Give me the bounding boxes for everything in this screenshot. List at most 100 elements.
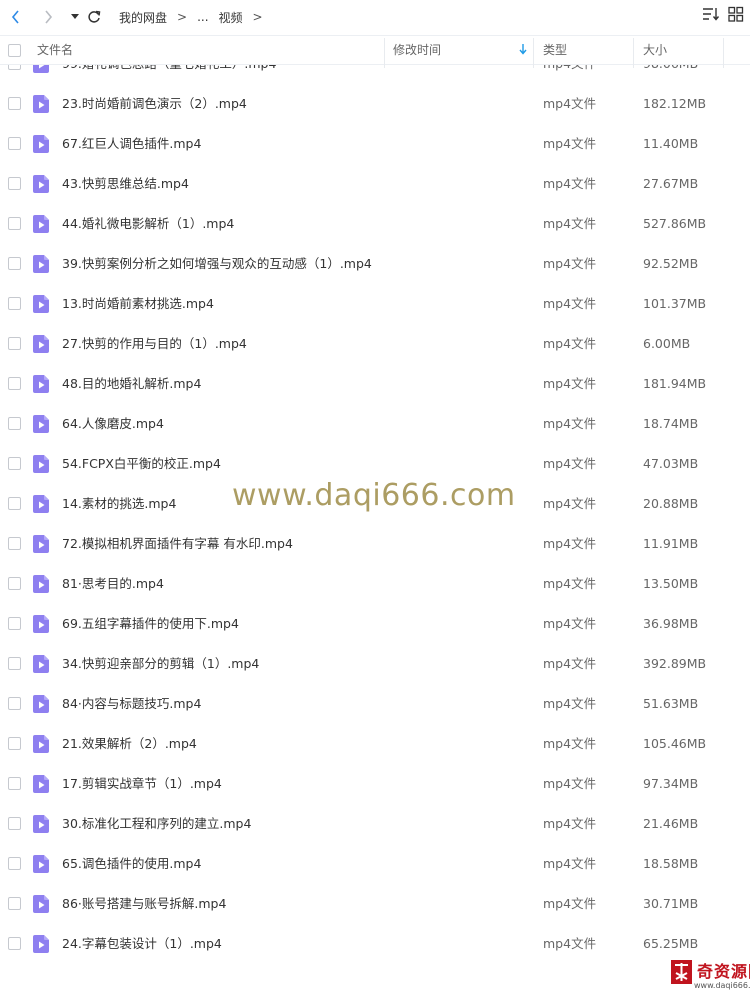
file-name[interactable]: 17.剪辑实战章节（1）.mp4 — [62, 764, 222, 804]
file-row[interactable]: 34.快剪迎亲部分的剪辑（1）.mp4 mp4文件 392.89MB — [0, 644, 750, 684]
file-row[interactable]: 81·思考目的.mp4 mp4文件 13.50MB — [0, 564, 750, 604]
file-name[interactable]: 13.时尚婚前素材挑选.mp4 — [62, 284, 214, 324]
row-checkbox[interactable] — [8, 897, 21, 910]
file-row[interactable]: 43.快剪思维总结.mp4 mp4文件 27.67MB — [0, 164, 750, 204]
row-checkbox[interactable] — [8, 97, 21, 110]
sort-desc-icon[interactable] — [519, 37, 527, 65]
file-row[interactable]: 65.调色插件的使用.mp4 mp4文件 18.58MB — [0, 844, 750, 884]
file-type: mp4文件 — [543, 736, 597, 751]
row-checkbox[interactable] — [8, 857, 21, 870]
file-name[interactable]: 54.FCPX白平衡的校正.mp4 — [62, 444, 221, 484]
file-row[interactable]: 24.字幕包装设计（1）.mp4 mp4文件 65.25MB — [0, 924, 750, 964]
file-name[interactable]: 14.素材的挑选.mp4 — [62, 484, 176, 524]
file-row[interactable]: 72.模拟相机界面插件有字幕 有水印.mp4 mp4文件 11.91MB — [0, 524, 750, 564]
file-size: 527.86MB — [643, 216, 707, 231]
file-row[interactable]: 39.快剪案例分析之如何增强与观众的互动感（1）.mp4 mp4文件 92.52MB — [0, 244, 750, 284]
file-row[interactable]: 23.时尚婚前调色演示（2）.mp4 mp4文件 182.12MB — [0, 84, 750, 124]
file-row[interactable]: 67.红巨人调色插件.mp4 mp4文件 11.40MB — [0, 124, 750, 164]
row-checkbox[interactable] — [8, 457, 21, 470]
back-button[interactable] — [5, 6, 27, 28]
file-row[interactable]: 84·内容与标题技巧.mp4 mp4文件 51.63MB — [0, 684, 750, 724]
file-name[interactable]: 44.婚礼微电影解析（1）.mp4 — [62, 204, 234, 244]
column-divider[interactable] — [723, 38, 724, 68]
file-row[interactable]: 30.标准化工程和序列的建立.mp4 mp4文件 21.46MB — [0, 804, 750, 844]
file-type: mp4文件 — [543, 456, 597, 471]
select-all-checkbox[interactable] — [8, 44, 21, 57]
grid-view-button[interactable] — [728, 6, 744, 25]
file-type: mp4文件 — [543, 216, 597, 231]
row-checkbox[interactable] — [8, 737, 21, 750]
file-name[interactable]: 30.标准化工程和序列的建立.mp4 — [62, 804, 251, 844]
file-name[interactable]: 69.五组字幕插件的使用下.mp4 — [62, 604, 239, 644]
row-checkbox[interactable] — [8, 417, 21, 430]
row-checkbox[interactable] — [8, 65, 21, 70]
file-row[interactable]: 99.婚礼调色思路（童七婚礼工）.mp4 mp4文件 98.06MB — [0, 65, 750, 84]
row-checkbox[interactable] — [8, 217, 21, 230]
refresh-button[interactable] — [83, 6, 105, 28]
breadcrumb-item-current[interactable]: 视频 — [217, 9, 245, 26]
column-divider[interactable] — [384, 38, 385, 68]
column-header-size[interactable]: 大小 — [643, 36, 667, 64]
row-checkbox[interactable] — [8, 177, 21, 190]
row-checkbox[interactable] — [8, 137, 21, 150]
column-divider[interactable] — [633, 38, 634, 68]
file-name[interactable]: 27.快剪的作用与目的（1）.mp4 — [62, 324, 247, 364]
row-checkbox[interactable] — [8, 777, 21, 790]
column-header-type[interactable]: 类型 — [543, 36, 567, 64]
row-checkbox[interactable] — [8, 297, 21, 310]
column-header-name[interactable]: 文件名 — [37, 36, 73, 64]
file-row[interactable]: 86·账号搭建与账号拆解.mp4 mp4文件 30.71MB — [0, 884, 750, 924]
toolbar: 我的网盘 > ... 视频 > — [0, 0, 750, 34]
row-checkbox[interactable] — [8, 377, 21, 390]
watermark-text: www.daqi666.com — [232, 478, 516, 513]
file-name[interactable]: 81·思考目的.mp4 — [62, 564, 164, 604]
file-row[interactable]: 44.婚礼微电影解析（1）.mp4 mp4文件 527.86MB — [0, 204, 750, 244]
file-size: 18.58MB — [643, 856, 699, 871]
video-file-icon — [33, 535, 49, 553]
column-header-modified[interactable]: 修改时间 — [393, 36, 441, 64]
file-name[interactable]: 21.效果解析（2）.mp4 — [62, 724, 197, 764]
file-row[interactable]: 27.快剪的作用与目的（1）.mp4 mp4文件 6.00MB — [0, 324, 750, 364]
row-checkbox[interactable] — [8, 657, 21, 670]
file-type: mp4文件 — [543, 776, 597, 791]
file-name[interactable]: 39.快剪案例分析之如何增强与观众的互动感（1）.mp4 — [62, 244, 372, 284]
row-checkbox[interactable] — [8, 497, 21, 510]
file-name[interactable]: 24.字幕包装设计（1）.mp4 — [62, 924, 222, 964]
file-row[interactable]: 17.剪辑实战章节（1）.mp4 mp4文件 97.34MB — [0, 764, 750, 804]
column-divider[interactable] — [533, 38, 534, 68]
file-name[interactable]: 65.调色插件的使用.mp4 — [62, 844, 201, 884]
file-size: 101.37MB — [643, 296, 707, 311]
forward-button[interactable] — [37, 6, 59, 28]
video-file-icon — [33, 695, 49, 713]
file-type: mp4文件 — [543, 496, 597, 511]
row-checkbox[interactable] — [8, 337, 21, 350]
file-name[interactable]: 84·内容与标题技巧.mp4 — [62, 684, 201, 724]
file-name[interactable]: 67.红巨人调色插件.mp4 — [62, 124, 201, 164]
file-row[interactable]: 13.时尚婚前素材挑选.mp4 mp4文件 101.37MB — [0, 284, 750, 324]
row-checkbox[interactable] — [8, 697, 21, 710]
row-checkbox[interactable] — [8, 617, 21, 630]
file-name[interactable]: 99.婚礼调色思路（童七婚礼工）.mp4 — [62, 65, 276, 84]
sort-button[interactable] — [702, 6, 720, 25]
file-row[interactable]: 48.目的地婚礼解析.mp4 mp4文件 181.94MB — [0, 364, 750, 404]
video-file-icon — [33, 775, 49, 793]
file-row[interactable]: 64.人像磨皮.mp4 mp4文件 18.74MB — [0, 404, 750, 444]
row-checkbox[interactable] — [8, 577, 21, 590]
breadcrumb-item-ellipsis[interactable]: ... — [195, 10, 210, 24]
file-name[interactable]: 64.人像磨皮.mp4 — [62, 404, 164, 444]
file-row[interactable]: 21.效果解析（2）.mp4 mp4文件 105.46MB — [0, 724, 750, 764]
row-checkbox[interactable] — [8, 257, 21, 270]
file-size: 18.74MB — [643, 416, 699, 431]
file-row[interactable]: 69.五组字幕插件的使用下.mp4 mp4文件 36.98MB — [0, 604, 750, 644]
row-checkbox[interactable] — [8, 937, 21, 950]
file-name[interactable]: 34.快剪迎亲部分的剪辑（1）.mp4 — [62, 644, 259, 684]
file-name[interactable]: 23.时尚婚前调色演示（2）.mp4 — [62, 84, 247, 124]
row-checkbox[interactable] — [8, 817, 21, 830]
row-checkbox[interactable] — [8, 537, 21, 550]
file-name[interactable]: 86·账号搭建与账号拆解.mp4 — [62, 884, 226, 924]
file-name[interactable]: 48.目的地婚礼解析.mp4 — [62, 364, 201, 404]
file-name[interactable]: 72.模拟相机界面插件有字幕 有水印.mp4 — [62, 524, 293, 564]
file-name[interactable]: 43.快剪思维总结.mp4 — [62, 164, 189, 204]
history-dropdown-button[interactable] — [69, 6, 81, 28]
breadcrumb-item-root[interactable]: 我的网盘 — [117, 9, 169, 26]
